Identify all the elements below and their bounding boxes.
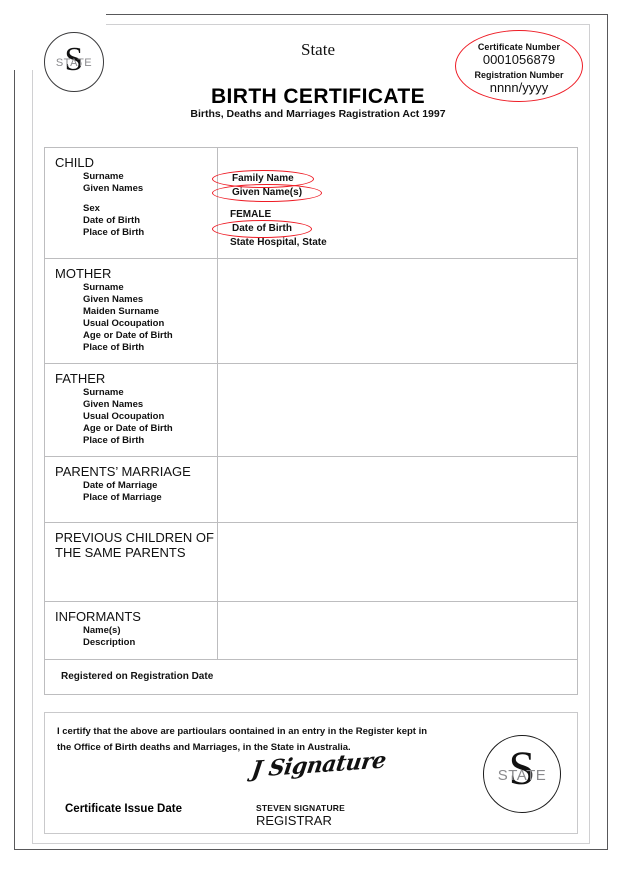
section-heading-mother: MOTHER [55,266,112,281]
section-heading-informants: INFORMANTS [55,609,141,624]
seal-word-bottom: STATE [497,767,547,784]
value-child-given-names: Given Name(s) [211,184,323,202]
table-row-child: CHILD Surname Given Names Sex Date of Bi… [45,148,577,259]
informants-labels: INFORMANTS Name(s) Description [45,602,218,659]
section-heading-father: FATHER [55,371,106,386]
previous-children-labels: PREVIOUS CHILDREN OF THE SAME PARENTS [45,523,218,601]
label-mother-surname: Surname [83,282,124,293]
child-labels: CHILD Surname Given Names Sex Date of Bi… [45,148,218,258]
value-child-place-of-birth: State Hospital, State [230,237,327,248]
label-mother-usual-occupation: Usual Ocoupation [83,318,165,329]
parents-marriage-values [218,457,577,522]
certification-statement-line1: I certify that the above are partioulars… [57,726,428,737]
section-heading-child: CHILD [55,155,95,170]
label-date-of-marriage: Date of Marriage [83,480,158,491]
value-row-child-sex: FEMALE [230,207,577,221]
value-child-surname: Family Name [212,170,314,188]
value-child-date-of-birth: Date of Birth [212,220,312,238]
child-values: Family Name Given Name(s) FEMALE Date of… [211,148,577,258]
certification-statement-line2: the Office of Birth deaths and Marriages… [57,742,351,753]
table-row-father: FATHER Surname Given Names Usual Ocoupat… [45,364,577,457]
label-father-surname: Surname [83,387,124,398]
section-heading-parents-marriage: PARENTS’ MARRIAGE [55,464,191,479]
header-act-subtitle: Births, Deaths and Marriages Ragistratio… [190,108,446,120]
father-labels: FATHER Surname Given Names Usual Ocoupat… [45,364,218,456]
table-row-mother: MOTHER Surname Given Names Maiden Surnam… [45,259,577,364]
registered-cell: Registered on Registration Date [45,660,577,694]
label-mother-maiden-surname: Maiden Surname [83,306,160,317]
table-row-informants: INFORMANTS Name(s) Description [45,602,577,660]
value-child-sex: FEMALE [230,209,272,220]
label-child-sex: Sex [83,203,100,214]
label-father-age-or-dob: Age or Date of Birth [83,423,173,434]
table-row-registered: Registered on Registration Date [45,660,577,695]
value-row-child-place-of-birth: State Hospital, State [230,235,577,249]
certificate-number-label: Certificate Number [477,42,561,52]
label-father-given-names: Given Names [83,399,144,410]
label-informant-names: Name(s) [83,625,121,636]
certificate-number-badge: Certificate Number 0001056879 Registrati… [455,30,583,102]
child-values-spacer [230,155,577,170]
previous-children-values [218,523,577,601]
label-father-place-of-birth: Place of Birth [83,435,145,446]
informants-values [218,602,577,659]
label-father-usual-occupation: Usual Ocoupation [83,411,165,422]
label-child-surname: Surname [83,171,124,182]
label-mother-given-names: Given Names [83,294,144,305]
table-row-previous-children: PREVIOUS CHILDREN OF THE SAME PARENTS [45,523,577,602]
registrar-role: REGISTRAR [256,813,332,828]
registrar-name: STEVEN SIGNATURE [256,803,345,813]
section-heading-previous-children: PREVIOUS CHILDREN OF THE SAME PARENTS [55,530,214,560]
label-place-of-marriage: Place of Marriage [83,492,162,503]
state-seal-icon-bottom: S STATE [483,735,561,813]
state-seal-icon: S STATE [44,32,104,92]
label-child-date-of-birth: Date of Birth [83,215,140,226]
label-child-place-of-birth: Place of Birth [83,227,145,238]
label-mother-age-or-dob: Age or Date of Birth [83,330,173,341]
certification-panel: I certify that the above are partioulars… [44,712,578,834]
seal-word: STATE [55,57,93,69]
value-row-child-surname: Family Name [212,170,577,188]
certificate-number-value: 0001056879 [482,52,556,67]
mother-values [218,259,577,363]
registration-number-value: nnnn/yyyy [489,80,549,95]
label-informant-description: Description [83,637,136,648]
father-values [218,364,577,456]
certificate-issue-date-label: Certificate Issue Date [65,803,182,815]
label-child-given-names: Given Names [83,183,144,194]
certificate-details-table: CHILD Surname Given Names Sex Date of Bi… [44,147,578,695]
table-row-parents-marriage: PARENTS’ MARRIAGE Date of Marriage Place… [45,457,577,523]
value-row-child-given-names: Given Name(s) [211,184,577,202]
mother-labels: MOTHER Surname Given Names Maiden Surnam… [45,259,218,363]
certification-statement: I certify that the above are partioulars… [57,724,457,756]
parents-marriage-labels: PARENTS’ MARRIAGE Date of Marriage Place… [45,457,218,522]
value-row-child-date-of-birth: Date of Birth [212,220,577,238]
label-mother-place-of-birth: Place of Birth [83,342,145,353]
registration-number-label: Registration Number [474,70,564,80]
registered-on-text: Registered on Registration Date [61,671,214,682]
